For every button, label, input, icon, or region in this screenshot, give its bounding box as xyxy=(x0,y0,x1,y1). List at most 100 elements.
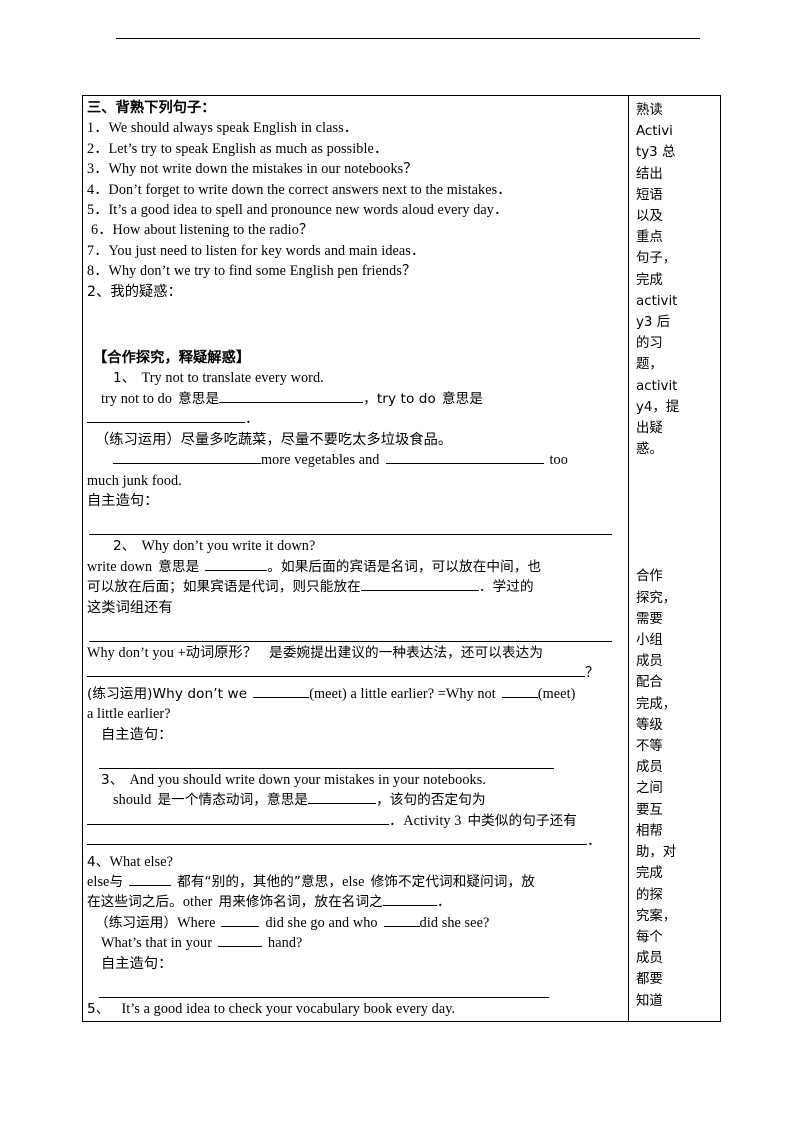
period: ． xyxy=(245,411,260,428)
section3-heading: 三、背熟下列句子： xyxy=(87,100,216,116)
answer-blank[interactable] xyxy=(347,833,587,846)
explore-item3-heading: 3、 And you should write down your mistake… xyxy=(87,770,624,790)
section3-sentence-5: 5．It’s a good idea to spell and pronounc… xyxy=(87,202,509,219)
section3-sentence-3: 3．Why not write down the mistakes in our… xyxy=(87,161,418,178)
explore-item2-rule-line: Why don’t you +动词原形？ 是委婉提出建议的一种表达法，还可以表达为 xyxy=(87,643,624,663)
sidebar-line: 小组 xyxy=(636,633,663,649)
practice-mid: (meet) a little earlier? =Why not xyxy=(309,685,496,702)
explore-heading: 【合作探究，释疑解惑】 xyxy=(93,350,251,367)
answer-blank[interactable] xyxy=(360,579,479,592)
sidebar-line: activit xyxy=(636,378,678,394)
sidebar-line: Activi xyxy=(636,124,673,140)
sidebar-line: 之间 xyxy=(636,781,663,797)
practice-en-tail: too xyxy=(549,452,568,469)
sidebar-line: 知道 xyxy=(636,993,663,1009)
sidebar-line: 等级 xyxy=(636,717,663,733)
sidebar-line: 助，对 xyxy=(636,845,677,861)
answer-blank[interactable] xyxy=(382,894,437,907)
answer-rule[interactable] xyxy=(89,640,612,642)
answer-blank[interactable] xyxy=(219,391,364,403)
self-sentence-rule[interactable] xyxy=(99,767,554,769)
explore-item1-sentence: Try not to translate every word. xyxy=(141,370,324,387)
answer-blank[interactable] xyxy=(221,915,260,927)
answer-blank[interactable] xyxy=(87,813,389,825)
sidebar-line: 句子， xyxy=(636,251,677,267)
explore-item1-practice-en-wrap: much junk food. xyxy=(87,472,182,489)
section3-sentence-1: 1．We should always speak English in clas… xyxy=(87,120,359,137)
answer-blank[interactable] xyxy=(87,665,255,678)
answer-blank[interactable] xyxy=(501,686,538,698)
answer-blank[interactable] xyxy=(87,411,245,424)
sidebar-line: y3 后 xyxy=(636,315,671,331)
answer-blank[interactable] xyxy=(253,686,310,698)
explore-item4-self-label: 自主造句： xyxy=(101,955,173,972)
explore-item2-exp-line3: 这类词组还有 xyxy=(87,599,173,616)
answer-blank[interactable] xyxy=(308,792,377,805)
sidebar-line: 相帮 xyxy=(636,823,663,839)
explore-item3-exp-5: 中类似的句子还有 xyxy=(467,812,577,829)
answer-blank[interactable] xyxy=(129,874,172,886)
explore-item2-exp-3: 。如果后面的宾语是名词，可以放在中间，也 xyxy=(267,558,542,575)
practice-en-mid: more vegetables and xyxy=(261,452,380,469)
write-down-phrase: write down xyxy=(87,558,153,575)
meaning-label-2: 意思是 xyxy=(441,390,484,407)
answer-blank[interactable] xyxy=(255,665,585,678)
explore-item1-number: 1、 xyxy=(113,370,136,387)
section3-sentence-4: 4．Don’t forget to write down the correct… xyxy=(87,181,512,198)
sidebar-line: 要互 xyxy=(636,802,663,818)
explore-item4-exp-line1: else与 都有“别的，其他的”意思，else 修饰不定代词和疑问词，放 xyxy=(87,872,624,892)
explore-item2-heading: 2、 Why don’t you write it down? xyxy=(87,536,624,556)
else-word-2: else xyxy=(342,874,365,890)
explore-item1-self-label: 自主造句： xyxy=(87,492,159,509)
explore-item4-practice-line1: （练习运用）Where did she go and who did she see… xyxy=(87,913,624,933)
explore-item5-heading: 5、 It’s a good idea to check your vocabul… xyxy=(87,999,624,1019)
else-word: else xyxy=(87,874,110,890)
answer-blank[interactable] xyxy=(218,935,263,948)
explore-item2-practice: (练习运用)Why don’t we (meet) a little earlie… xyxy=(87,684,624,704)
answer-blank[interactable] xyxy=(383,915,420,927)
answer-blank[interactable] xyxy=(87,833,347,846)
sidebar-line: 重点 xyxy=(636,230,663,246)
explore-item1-line-a-cont: ． xyxy=(87,409,624,429)
document-page: 三、背熟下列句子： 1．We should always speak Engli… xyxy=(0,0,794,1123)
sidebar-line: 惑。 xyxy=(636,442,663,458)
practice-4: What’s that in your xyxy=(101,935,213,952)
section3-sentence-7: 7．You just need to listen for key words … xyxy=(87,242,426,259)
sidebar-line: 完成， xyxy=(636,696,677,712)
meaning-label-1: 意思是 xyxy=(178,390,220,407)
self-sentence-rule[interactable] xyxy=(99,997,549,999)
practice-1: Where xyxy=(177,914,216,931)
answer-blank[interactable] xyxy=(113,452,261,465)
explore-item5-number: 5、 xyxy=(87,1001,110,1018)
answer-blank[interactable] xyxy=(205,559,268,571)
explore-item2-sentence: Why don’t you write it down? xyxy=(141,538,316,555)
other-word: other xyxy=(182,894,213,911)
explore-item3-number: 3、 xyxy=(101,771,124,788)
worksheet-table: 三、背熟下列句子： 1．We should always speak Engli… xyxy=(82,94,721,1023)
self-sentence-rule[interactable] xyxy=(89,534,612,536)
period: ． xyxy=(587,833,602,850)
explore-item2-rule-blank: ？ xyxy=(87,663,624,683)
explore-item2-exp-line2: 可以放在后面；如果宾语是代词，则只能放在 ．学过的 xyxy=(87,577,624,597)
explore-item1-practice-label: （练习运用）尽量多吃蔬菜，尽量不要吃太多垃圾食品。 xyxy=(95,431,453,448)
sidebar-line: 出疑 xyxy=(636,421,663,437)
sidebar-line: y4，提 xyxy=(636,399,680,415)
sidebar-line: activit xyxy=(636,293,678,309)
sidebar-line: 成员 xyxy=(636,951,663,967)
explore-item4-exp-5: 修饰不定代词和疑问词，放 xyxy=(370,874,535,890)
why-dont-you-explanation: 是委婉提出建议的一种表达法，还可以表达为 xyxy=(269,644,544,661)
question-mark: ？ xyxy=(585,665,600,682)
sidebar-line: ty3 总 xyxy=(636,145,676,161)
answer-blank[interactable] xyxy=(385,452,544,465)
explore-item3-exp-line1: should 是一个情态动词，意思是 ，该句的否定句为 xyxy=(87,790,624,810)
section3-doubt-label: 2、我的疑惑： xyxy=(87,283,182,300)
period: ． xyxy=(436,894,452,911)
explore-item4-practice-line2: What’s that in your hand? xyxy=(87,933,624,953)
sidebar-line: 每个 xyxy=(636,929,663,945)
explore-item3-exp-line3: ． xyxy=(87,831,624,851)
